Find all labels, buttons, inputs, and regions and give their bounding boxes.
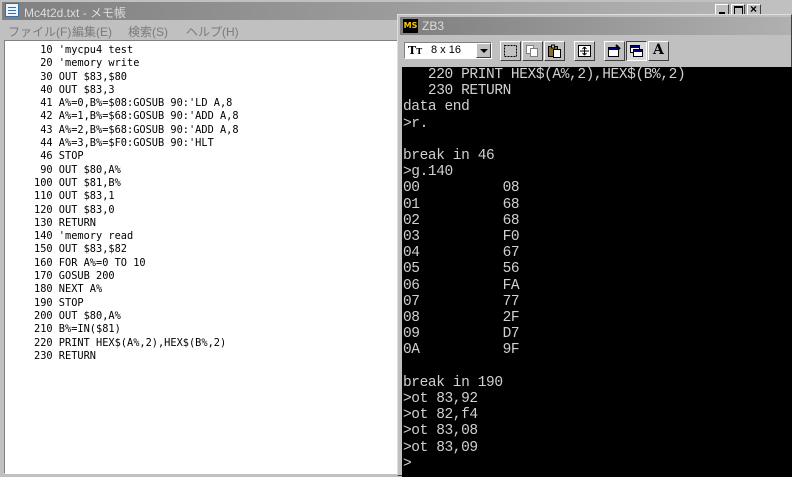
console-line: 07 77	[403, 293, 520, 310]
source-line: 30 OUT $83,$80	[34, 70, 127, 83]
zb3-toolbar: TT 8 x 16 A	[400, 37, 791, 65]
console-line: 06 FA	[403, 277, 520, 294]
copy-button[interactable]	[522, 41, 543, 61]
console-line: data end	[403, 99, 470, 116]
source-line: 20 'memory write	[34, 57, 140, 70]
console-line: 03 F0	[403, 229, 520, 246]
font-a-icon: A	[653, 42, 664, 58]
console-line: 08 2F	[403, 310, 520, 327]
console-line: 0A 9F	[403, 342, 520, 359]
font-size-select[interactable]: TT 8 x 16	[404, 42, 492, 59]
console-line: 00 08	[403, 180, 520, 197]
console-line: >ot 83,09	[403, 439, 478, 456]
source-line: 41 A%=0,B%=$08:GOSUB 90:'LD A,8	[34, 97, 233, 110]
source-line: 100 OUT $81,B%	[34, 176, 121, 189]
source-line: 43 A%=2,B%=$68:GOSUB 90:'ADD A,8	[34, 123, 239, 136]
console-line: >ot 83,92	[403, 391, 478, 408]
zb3-title: ZB3	[422, 19, 445, 33]
zb3-app-icon: MS	[403, 19, 418, 33]
source-line: 42 A%=1,B%=$68:GOSUB 90:'ADD A,8	[34, 110, 239, 123]
font-button[interactable]: A	[648, 41, 669, 61]
console-line: >ot 83,08	[403, 423, 478, 440]
source-line: 170 GOSUB 200	[34, 270, 115, 283]
zb3-title-bar[interactable]: MS ZB3	[400, 17, 791, 35]
source-line: 120 OUT $83,0	[34, 203, 115, 216]
menu-file[interactable]: ファイル(F)	[8, 23, 71, 40]
properties-icon	[608, 44, 621, 57]
console-line: 01 68	[403, 196, 520, 213]
console-line: 05 56	[403, 261, 520, 278]
console-output[interactable]: 220 PRINT HEX$(A%,2),HEX$(B%,2) 230 RETU…	[402, 67, 792, 477]
source-line: 140 'memory read	[34, 230, 134, 243]
console-line: break in 46	[403, 148, 495, 165]
console-line: 02 68	[403, 212, 520, 229]
console-line: 220 PRINT HEX$(A%,2),HEX$(B%,2)	[403, 67, 686, 83]
source-line: 220 PRINT HEX$(A%,2),HEX$(B%,2)	[34, 336, 227, 349]
source-line: 130 RETURN	[34, 216, 96, 229]
source-line: 40 OUT $83,3	[34, 83, 115, 96]
source-line: 110 OUT $83,1	[34, 190, 115, 203]
console-line: >	[403, 455, 412, 472]
source-line: 210 B%=IN($81)	[34, 323, 121, 336]
source-line: 190 STOP	[34, 296, 84, 309]
source-line: 150 OUT $83,$82	[34, 243, 127, 256]
window-icon	[630, 45, 643, 57]
console-text: 220 PRINT HEX$(A%,2),HEX$(B%,2) 230 RETU…	[403, 67, 686, 472]
menu-help[interactable]: ヘルプ(H)	[186, 23, 239, 40]
source-line: 10 'mycpu4 test	[34, 44, 134, 56]
menu-edit[interactable]: 編集(E)	[72, 23, 112, 40]
console-line: 04 67	[403, 245, 520, 262]
source-line: 44 A%=3,B%=$F0:GOSUB 90:'HLT	[34, 137, 214, 150]
full-screen-icon	[578, 45, 591, 57]
console-line: >ot 82,f4	[403, 407, 478, 424]
source-line: 160 FOR A%=0 TO 10	[34, 256, 146, 269]
source-line: 200 OUT $80,A%	[34, 309, 121, 322]
console-line: break in 190	[403, 374, 503, 391]
select-marquee-icon	[504, 45, 517, 57]
notepad-title: Mc4t2d.txt - メモ帳	[24, 6, 127, 20]
source-line: 230 RETURN	[34, 349, 96, 362]
truetype-icon: TT	[408, 44, 423, 57]
basic-source-listing: 10 'mycpu4 test 20 'memory write 30 OUT …	[34, 44, 239, 363]
notepad-icon	[5, 3, 19, 17]
copy-icon	[526, 45, 538, 57]
chevron-down-icon[interactable]	[476, 43, 491, 58]
source-line: 46 STOP	[34, 150, 84, 163]
console-line: >g.140	[403, 164, 453, 181]
paste-icon	[548, 44, 561, 58]
console-line: >r.	[403, 115, 428, 132]
font-size-value: 8 x 16	[431, 44, 461, 56]
source-line: 90 OUT $80,A%	[34, 163, 121, 176]
source-line: 180 NEXT A%	[34, 283, 103, 296]
zb3-window[interactable]: MS ZB3 TT 8 x 16 A 220 PRINT HEX$(A%,2),…	[397, 14, 792, 477]
properties-button[interactable]	[604, 41, 625, 61]
paste-button[interactable]	[544, 41, 565, 61]
full-screen-button[interactable]	[574, 41, 595, 61]
menu-search[interactable]: 検索(S)	[128, 23, 168, 40]
console-line: 230 RETURN	[403, 83, 511, 100]
background-button[interactable]	[626, 41, 647, 61]
mark-button[interactable]	[500, 41, 521, 61]
console-line: 09 D7	[403, 326, 520, 343]
